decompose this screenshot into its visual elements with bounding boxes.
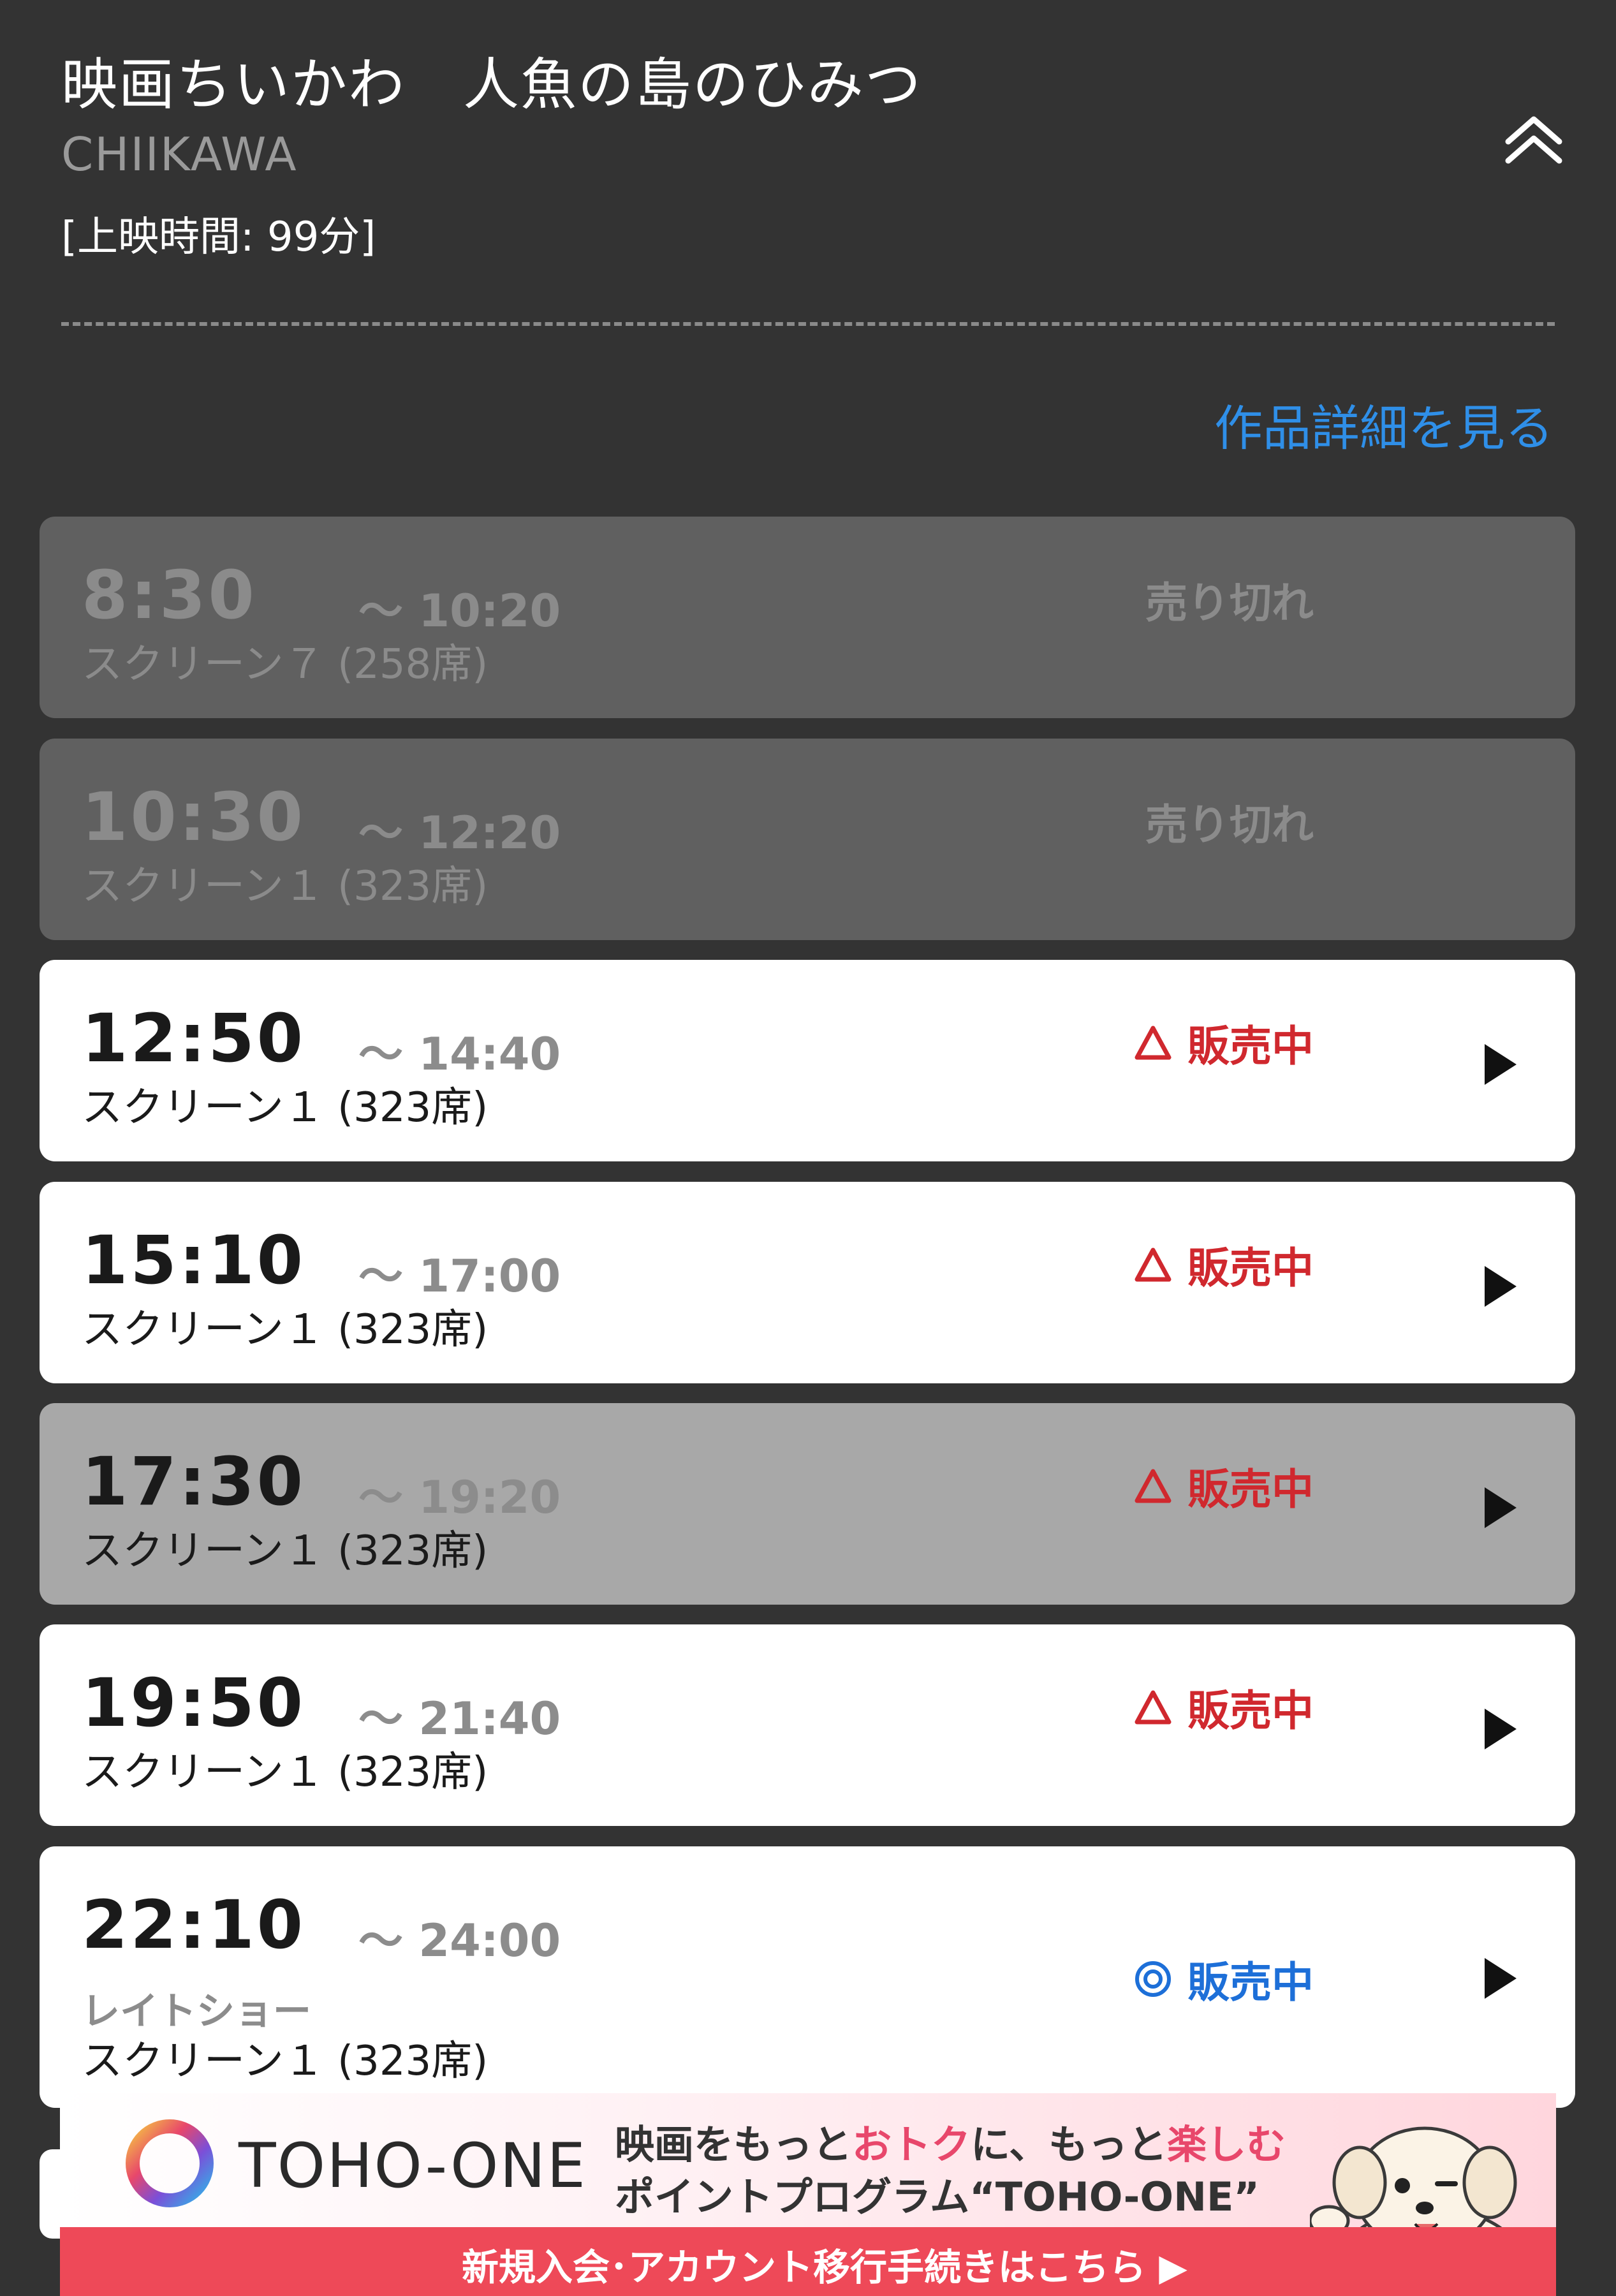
screen-info: スクリーン１ (323席) xyxy=(82,1306,488,1353)
status-badge: 売り切れ xyxy=(1145,791,1314,852)
status-label: 販売中 xyxy=(1187,1958,1314,2007)
screen-info: スクリーン１ (323席) xyxy=(82,1084,488,1131)
triangle-icon xyxy=(1135,1469,1172,1503)
end-time: 〜 24:00 xyxy=(358,1915,561,1967)
header-divider xyxy=(61,322,1555,326)
movie-subtitle: CHIIKAWA xyxy=(61,128,298,181)
screen-info: スクリーン７ (258席) xyxy=(82,641,488,688)
banner-copy-line2: ポイントプログラム“TOHO-ONE” xyxy=(615,2174,1260,2220)
status-label: 売り切れ xyxy=(1145,578,1314,628)
screen-info: スクリーン１ (323席) xyxy=(82,2038,488,2085)
toho-one-logo-icon xyxy=(126,2119,214,2207)
movie-runtime: [上映時間: 99分] xyxy=(61,214,376,261)
end-time: 〜 14:40 xyxy=(358,1028,561,1080)
showing-card[interactable]: 22:10 〜 24:00 レイトショー スクリーン１ (323席) 販売中 xyxy=(40,1846,1575,2108)
details-link[interactable]: 作品詳細を見る xyxy=(1214,389,1554,459)
start-time: 19:50 xyxy=(82,1664,306,1742)
status-label: 販売中 xyxy=(1187,1022,1314,1071)
double-circle-icon xyxy=(1135,1961,1171,1997)
start-time: 22:10 xyxy=(82,1886,306,1964)
triangle-icon xyxy=(1135,1247,1172,1282)
showing-card: 10:30 〜 12:20 スクリーン１ (323席) 売り切れ xyxy=(40,739,1575,940)
status-label: 売り切れ xyxy=(1145,800,1314,850)
status-badge: 販売中 xyxy=(1134,1234,1314,1295)
status-label: 販売中 xyxy=(1187,1465,1314,1514)
banner-cta-text[interactable]: 新規入会･アカウント移行手続きはこちら ▶ xyxy=(462,2237,1187,2291)
triangle-icon xyxy=(1135,1690,1172,1725)
start-time: 10:30 xyxy=(82,778,306,856)
screen-info: スクリーン１ (323席) xyxy=(82,863,488,910)
status-badge: 売り切れ xyxy=(1145,569,1314,630)
play-arrow-icon[interactable] xyxy=(1485,1044,1517,1085)
end-time: 〜 17:00 xyxy=(358,1250,561,1302)
start-time: 15:10 xyxy=(82,1221,306,1299)
status-badge: 販売中 xyxy=(1134,1455,1314,1517)
banner-brand: TOHO-ONE xyxy=(239,2130,587,2202)
showing-card: 8:30 〜 10:20 スクリーン７ (258席) 売り切れ xyxy=(40,517,1575,718)
screen-info: スクリーン１ (323席) xyxy=(82,1527,488,1575)
start-time: 12:50 xyxy=(82,999,306,1077)
triangle-icon xyxy=(1135,1026,1172,1060)
late-show-label: レイトショー xyxy=(82,1989,311,2034)
end-time: 〜 12:20 xyxy=(358,807,561,859)
showing-card[interactable]: 19:50 〜 21:40 スクリーン１ (323席) 販売中 xyxy=(40,1624,1575,1826)
banner-copy-line1: 映画をもっとおトクに、もっと楽しむ xyxy=(615,2121,1286,2168)
showing-card[interactable]: 15:10 〜 17:00 スクリーン１ (323席) 販売中 xyxy=(40,1182,1575,1383)
status-label: 販売中 xyxy=(1187,1686,1314,1735)
status-badge: 販売中 xyxy=(1134,1677,1314,1738)
play-arrow-icon[interactable] xyxy=(1485,1487,1517,1528)
play-arrow-icon[interactable] xyxy=(1485,1709,1517,1749)
play-arrow-icon[interactable] xyxy=(1485,1958,1517,1999)
status-badge: 販売中 xyxy=(1134,1948,1314,2010)
start-time: 17:30 xyxy=(82,1443,306,1520)
showing-card[interactable]: 17:30 〜 19:20 スクリーン１ (323席) 販売中 xyxy=(40,1403,1575,1605)
end-time: 〜 19:20 xyxy=(358,1471,561,1524)
status-badge: 販売中 xyxy=(1134,1012,1314,1073)
end-time: 〜 21:40 xyxy=(358,1693,561,1745)
end-time: 〜 10:20 xyxy=(358,585,561,637)
chevron-up-double-icon[interactable] xyxy=(1499,110,1569,167)
screen-info: スクリーン１ (323席) xyxy=(82,1749,488,1796)
toho-one-banner[interactable]: TOHO-ONE 映画をもっとおトクに、もっと楽しむ ポイントプログラム“TOH… xyxy=(60,2093,1556,2296)
movie-title: 映画ちいかわ 人魚の島のひみつ xyxy=(61,52,923,117)
showing-card[interactable]: 12:50 〜 14:40 スクリーン１ (323席) 販売中 xyxy=(40,960,1575,1161)
play-arrow-icon[interactable] xyxy=(1485,1266,1517,1307)
status-label: 販売中 xyxy=(1187,1244,1314,1293)
start-time: 8:30 xyxy=(82,556,257,634)
